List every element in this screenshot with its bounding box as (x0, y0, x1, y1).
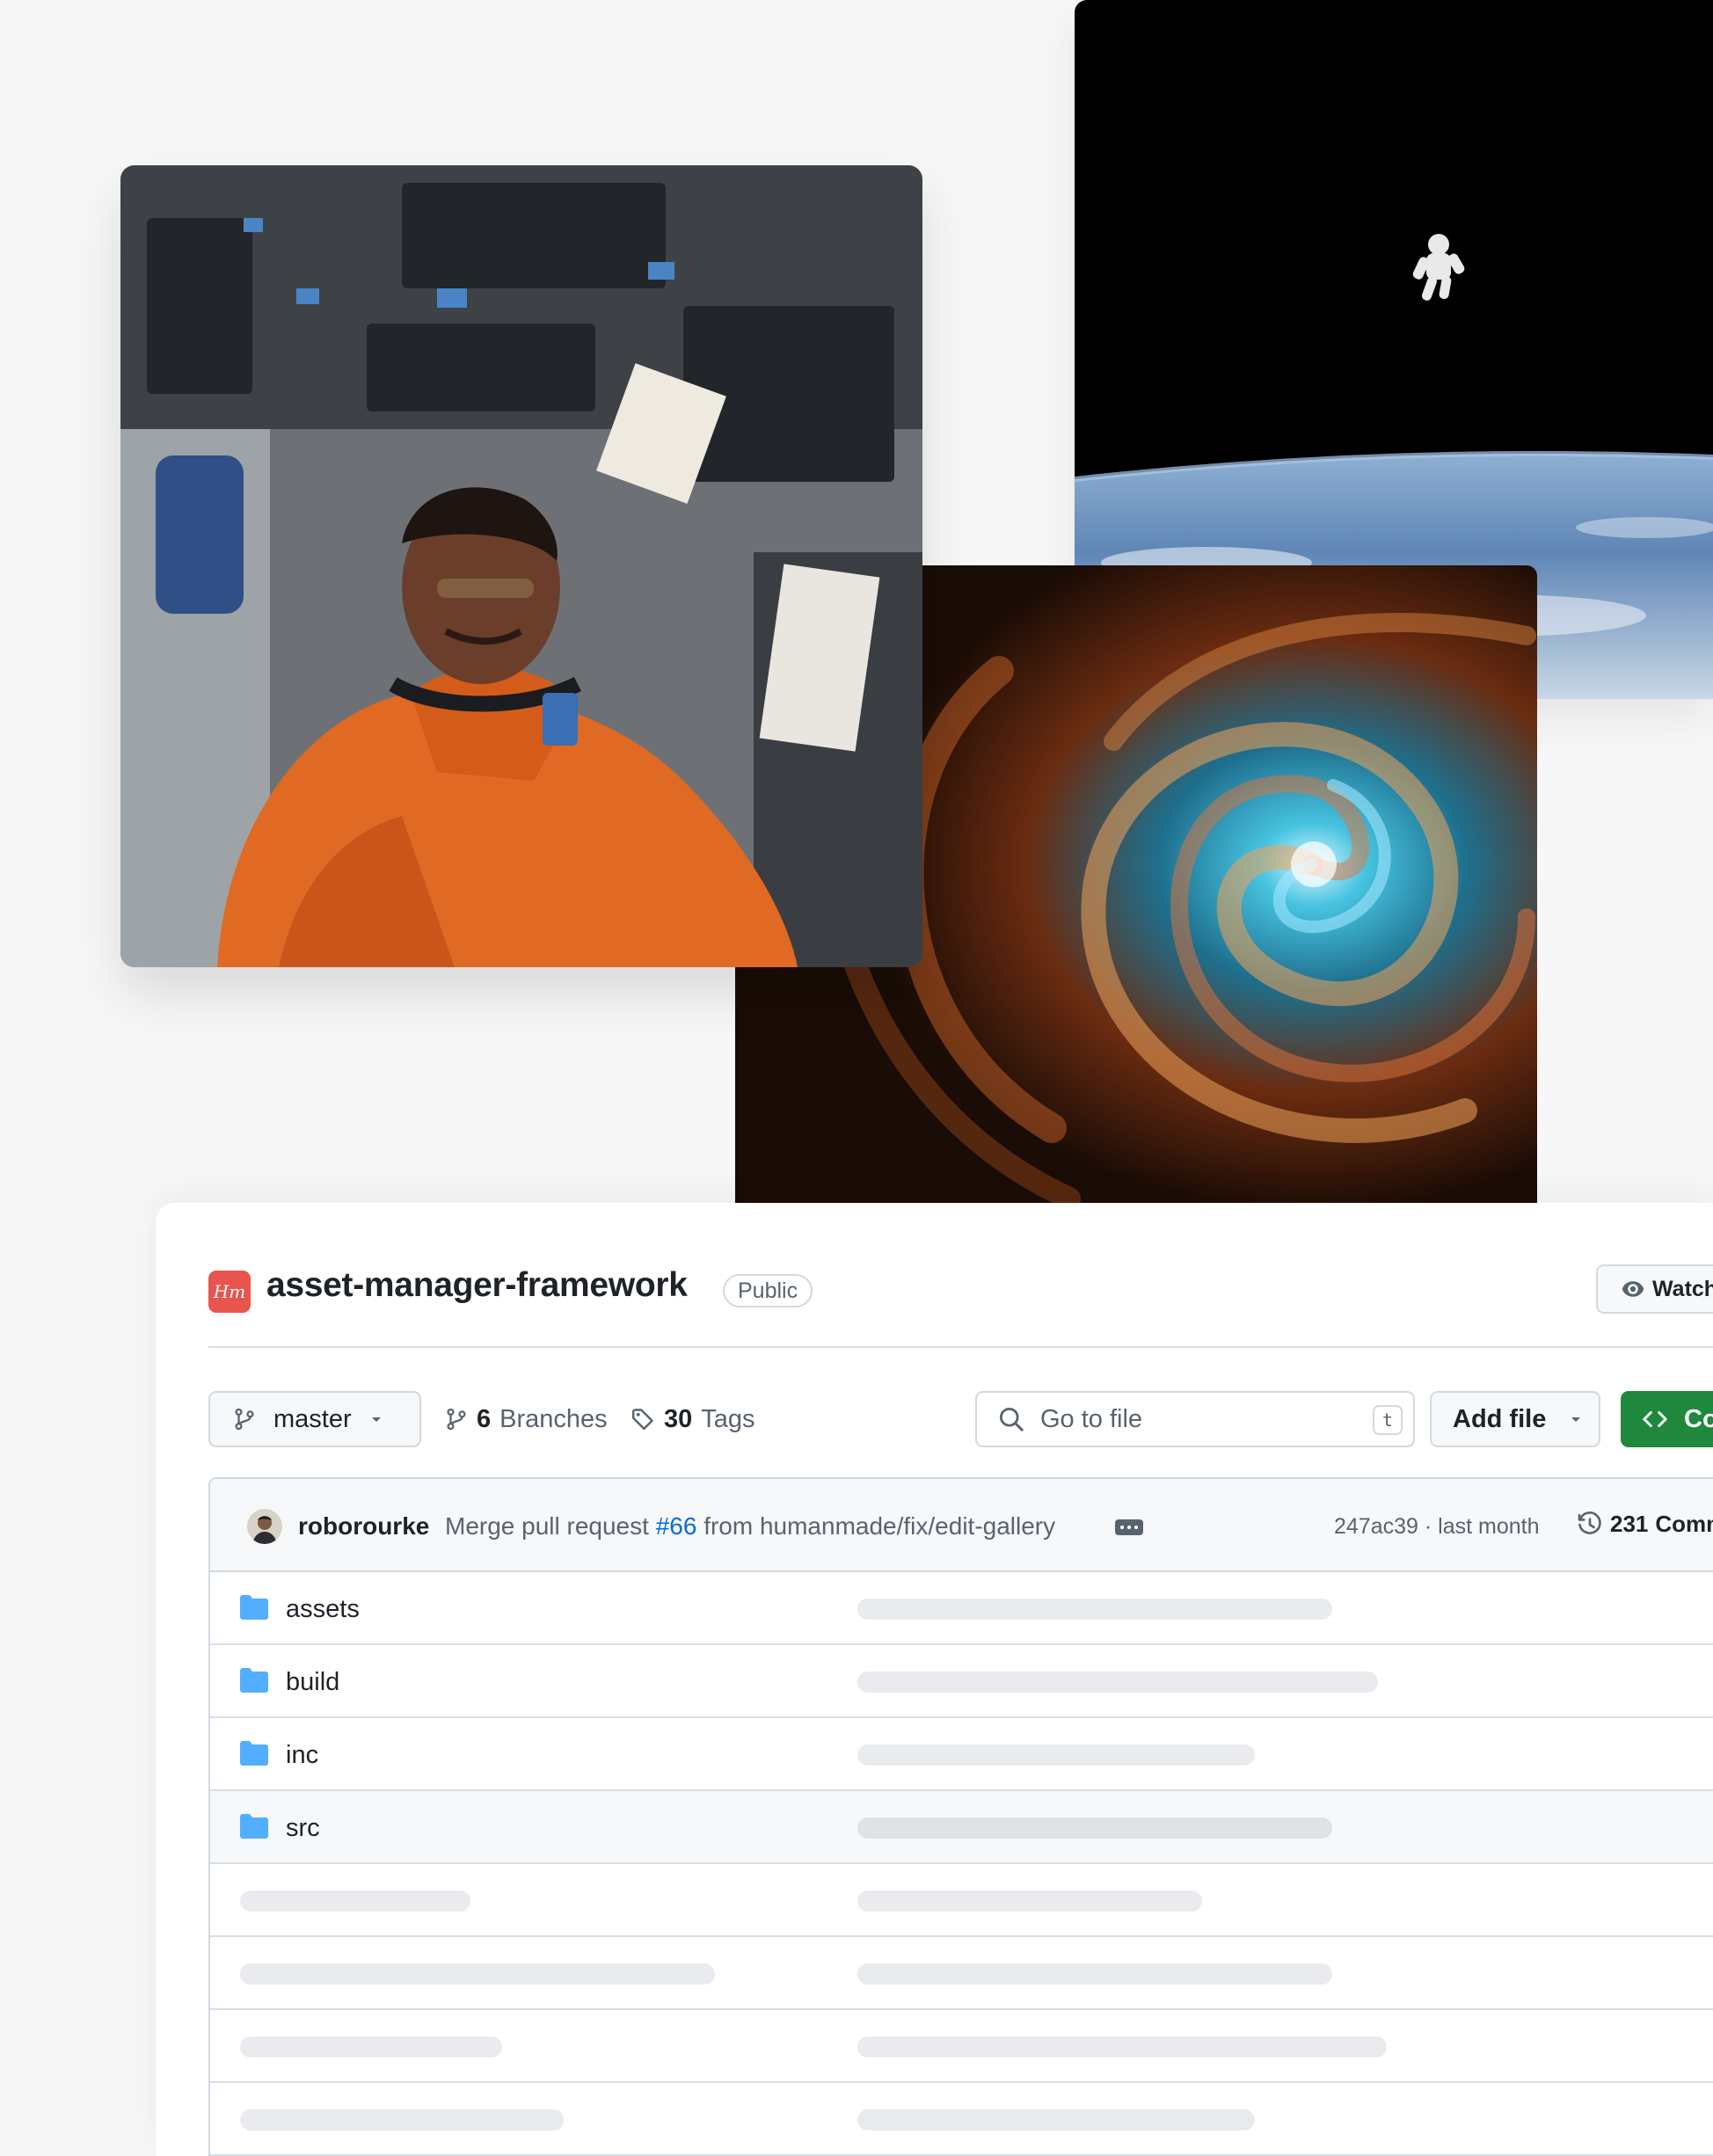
file-row-src[interactable]: src (210, 1791, 1713, 1864)
loading-placeholder (240, 1890, 470, 1912)
commit-time: last month (1438, 1514, 1540, 1539)
repo-name-link[interactable]: asset-manager-framework (266, 1266, 688, 1305)
loading-placeholder (240, 2109, 564, 2131)
commit-meta: 247ac39 · last month (1334, 1514, 1540, 1540)
tags-count: 30 (664, 1404, 693, 1433)
loading-placeholder (857, 1672, 1378, 1693)
file-row-assets[interactable]: assets (210, 1572, 1713, 1645)
file-name[interactable]: src (286, 1814, 320, 1843)
folder-icon (240, 1668, 268, 1693)
folder-icon (240, 1741, 268, 1766)
code-button[interactable]: Code (1621, 1391, 1713, 1447)
commit-message-prefix: Merge pull request (445, 1512, 649, 1540)
commits-history-link[interactable]: 231 Commits (1577, 1511, 1713, 1538)
pull-request-link[interactable]: #66 (656, 1512, 697, 1540)
file-row-build[interactable]: build (210, 1645, 1713, 1718)
branch-select-button[interactable]: master (208, 1391, 421, 1447)
tags-link[interactable]: 30 Tags (631, 1391, 755, 1447)
loading-placeholder (240, 1963, 715, 1985)
history-icon (1578, 1511, 1601, 1534)
git-branch-icon (447, 1408, 466, 1431)
tags-label: Tags (701, 1404, 755, 1433)
loading-row (210, 1937, 1713, 2010)
caret-down-icon (371, 1417, 381, 1422)
commit-hash-link[interactable]: 247ac39 (1334, 1514, 1418, 1539)
keyboard-shortcut-hint: t (1373, 1405, 1403, 1435)
commit-message-link[interactable]: Merge pull request #66 from humanmade/fi… (445, 1512, 1055, 1541)
eye-icon (1622, 1281, 1644, 1297)
visibility-badge: Public (723, 1274, 813, 1307)
header-divider (208, 1346, 1713, 1348)
repository-panel: Hm asset-manager-framework Public Watch … (156, 1203, 1713, 2156)
loading-row (210, 1864, 1713, 1937)
branches-label: Branches (499, 1404, 608, 1433)
commit-count-number: 231 (1610, 1511, 1649, 1537)
file-row-inc[interactable]: inc (210, 1718, 1713, 1791)
loading-placeholder (857, 1744, 1255, 1766)
astronaut-cockpit-photo (120, 165, 922, 967)
code-label: Code (1684, 1404, 1713, 1433)
file-name[interactable]: build (286, 1668, 339, 1697)
watch-label: Watch (1652, 1276, 1713, 1301)
caret-down-icon (1571, 1417, 1581, 1422)
commit-count-label: Commits (1655, 1511, 1713, 1537)
avatar[interactable] (247, 1509, 282, 1544)
code-icon (1643, 1411, 1667, 1427)
search-icon (999, 1407, 1024, 1431)
loading-placeholder (857, 1963, 1332, 1985)
watch-button[interactable]: Watch (1596, 1264, 1713, 1314)
commit-message-suffix: from humanmade/fix/edit-gallery (703, 1512, 1056, 1540)
meta-separator: · (1424, 1514, 1432, 1539)
loading-placeholder (240, 2036, 502, 2058)
humanmade-logo-icon: Hm (208, 1271, 251, 1313)
loading-placeholder (857, 2036, 1387, 2058)
branches-link[interactable]: 6 Branches (445, 1391, 608, 1447)
go-to-file-search[interactable]: t (975, 1391, 1415, 1447)
git-branch-icon (235, 1408, 254, 1431)
add-file-label: Add file (1453, 1404, 1547, 1433)
expand-commit-message-button[interactable] (1115, 1519, 1143, 1535)
add-file-button[interactable]: Add file (1430, 1391, 1600, 1447)
file-list: roborourke Merge pull request #66 from h… (208, 1477, 1713, 2156)
loading-placeholder (857, 1890, 1202, 1912)
loading-placeholder (857, 2109, 1255, 2131)
branch-name: master (273, 1404, 352, 1433)
branches-count: 6 (477, 1404, 492, 1433)
loading-placeholder (857, 1599, 1332, 1620)
search-input[interactable] (1039, 1403, 1341, 1435)
file-name[interactable]: assets (286, 1595, 360, 1624)
folder-icon (240, 1814, 268, 1839)
latest-commit-bar: roborourke Merge pull request #66 from h… (210, 1479, 1713, 1572)
commit-author-link[interactable]: roborourke (298, 1512, 429, 1541)
loading-row (210, 2010, 1713, 2083)
loading-placeholder (857, 1817, 1332, 1839)
file-name[interactable]: inc (286, 1741, 318, 1770)
folder-icon (240, 1595, 268, 1620)
tag-icon (631, 1409, 653, 1431)
loading-row (210, 2083, 1713, 2156)
